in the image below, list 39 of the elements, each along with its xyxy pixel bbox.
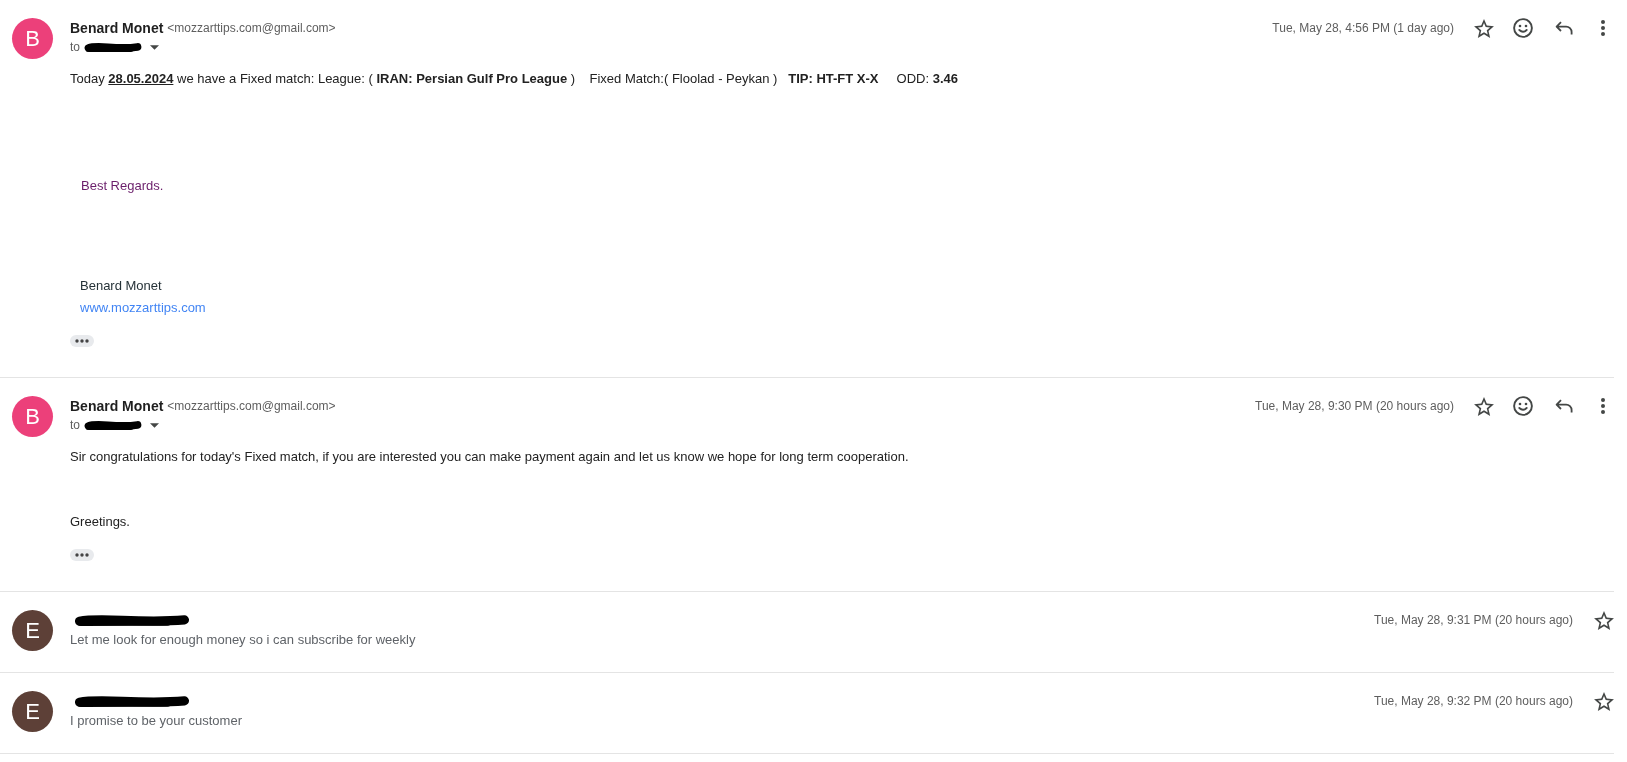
emoji-icon[interactable]	[1513, 396, 1533, 416]
emoji-icon[interactable]	[1513, 18, 1533, 38]
message-date: Tue, May 28, 9:30 PM (20 hours ago)	[1255, 398, 1454, 415]
sender-avatar[interactable]: E	[12, 610, 53, 651]
star-icon[interactable]	[1594, 610, 1614, 630]
date-link[interactable]: 28.05.2024	[108, 71, 174, 86]
star-icon[interactable]	[1594, 691, 1614, 711]
message-text: Today 28.05.2024 we have a Fixed match: League: ( IRAN: Persian Gulf Pro League ) Fixed Match:( Floolad - Peykan ) TIP: HT-FT X-X ODD: 3.46	[70, 70, 958, 88]
sender-name: Benard Monet	[70, 18, 164, 38]
message-text: Sir congratulations for today's Fixed match, if you are interested you can make payment again and let us know we hope for long term cooperation.	[70, 448, 909, 466]
more-icon[interactable]	[1601, 398, 1605, 414]
ellipsis-icon[interactable]	[70, 549, 94, 561]
redaction-mark	[83, 419, 143, 431]
reply-icon[interactable]	[1555, 21, 1573, 35]
sender-avatar[interactable]: B	[12, 18, 53, 59]
signature-name: Benard Monet	[80, 277, 162, 295]
message-date: Tue, May 28, 9:31 PM (20 hours ago)	[1374, 612, 1573, 629]
sender-email: <mozzarttips.com@gmail.com>	[167, 398, 336, 415]
sender-avatar[interactable]: E	[12, 691, 53, 732]
redaction-mark	[83, 41, 143, 53]
greeting-text: Greetings.	[70, 513, 130, 531]
sender-email: <mozzarttips.com@gmail.com>	[167, 20, 336, 37]
ellipsis-icon[interactable]	[70, 335, 94, 347]
message-date: Tue, May 28, 9:32 PM (20 hours ago)	[1374, 693, 1573, 710]
star-icon[interactable]	[1474, 18, 1494, 38]
sender-avatar[interactable]: B	[12, 396, 53, 437]
recipient-label: to	[70, 417, 80, 434]
website-link[interactable]: www.mozzarttips.com	[80, 298, 206, 318]
sender-name: Benard Monet	[70, 396, 164, 416]
message-snippet: I promise to be your customer	[70, 712, 242, 730]
more-icon[interactable]	[1601, 20, 1605, 36]
reply-icon[interactable]	[1555, 399, 1573, 413]
message-snippet: Let me look for enough money so i can subscribe for weekly	[70, 631, 416, 649]
closing-text: Best Regards.	[81, 177, 164, 195]
message-date: Tue, May 28, 4:56 PM (1 day ago)	[1272, 20, 1454, 37]
star-icon[interactable]	[1474, 396, 1494, 416]
recipient-label: to	[70, 39, 80, 56]
caret-icon[interactable]	[150, 422, 159, 428]
caret-icon[interactable]	[150, 44, 159, 50]
